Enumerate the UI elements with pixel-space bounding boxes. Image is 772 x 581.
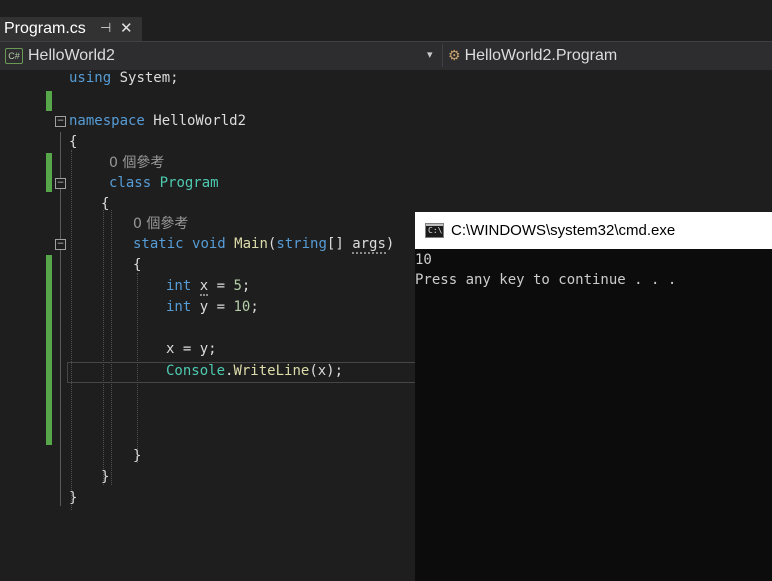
assign-op: = — [208, 299, 234, 315]
indent-guide — [111, 210, 112, 485]
writeline-args: (x); — [309, 363, 344, 379]
console-title: C:\WINDOWS\system32\cmd.exe — [451, 222, 676, 239]
collapse-class-toggle[interactable]: − — [55, 178, 66, 189]
code-line-assign: x = y; — [166, 341, 217, 357]
collapse-method-toggle[interactable]: − — [55, 239, 66, 250]
console-title-bar[interactable]: C:\ C:\WINDOWS\system32\cmd.exe — [415, 212, 772, 249]
class-icon: ⚙ — [448, 47, 461, 63]
writeline-method: WriteLine — [233, 363, 310, 379]
csharp-project-icon: C# — [5, 47, 23, 64]
code-line-namespace: namespace HelloWorld2 — [69, 111, 246, 131]
indent-guide — [71, 150, 72, 510]
keyword-void: void — [192, 236, 226, 252]
args-brackets: [] — [326, 236, 353, 252]
project-dropdown[interactable]: C# HelloWorld2 — [0, 42, 442, 69]
change-marker — [46, 91, 52, 111]
code-line-brace: { — [101, 196, 110, 212]
keyword-namespace: namespace — [69, 113, 145, 129]
keyword-class: class — [109, 175, 152, 191]
change-marker — [46, 153, 52, 192]
semicolon: ; — [241, 278, 251, 294]
codelens-references-main[interactable]: 0 個參考 — [133, 214, 188, 234]
code-line-class: class Program — [109, 173, 219, 193]
console-output-line: 10 — [415, 252, 432, 268]
code-line-using: using System; — [69, 68, 179, 88]
cmd-icon: C:\ — [425, 223, 444, 238]
navbar-divider — [442, 44, 443, 67]
keyword-static: static — [133, 236, 184, 252]
code-line-brace-close: } — [133, 448, 142, 464]
semicolon: ; — [250, 299, 259, 315]
variable-y: y — [199, 299, 209, 315]
using-namespace: System; — [111, 70, 179, 86]
console-output: 10 Press any key to continue . . . — [415, 250, 676, 290]
console-window[interactable]: C:\ C:\WINDOWS\system32\cmd.exe 10 Press … — [415, 212, 772, 581]
keyword-int: int — [166, 278, 192, 294]
code-line-writeline: Console.WriteLine(x); — [166, 361, 343, 381]
indent-guide — [103, 210, 104, 485]
collapse-namespace-toggle[interactable]: − — [55, 116, 66, 127]
keyword-int: int — [166, 299, 192, 315]
args-parameter: args — [352, 236, 386, 254]
code-line-int-y: int y = 10; — [166, 297, 259, 317]
code-line-brace-close: } — [69, 490, 78, 506]
codelens-references-class[interactable]: 0 個參考 — [109, 153, 164, 173]
type-name: HelloWorld2.Program — [464, 46, 618, 64]
project-name: HelloWorld2 — [28, 46, 115, 64]
code-line-brace: { — [133, 257, 142, 273]
pin-icon[interactable]: ⊣ — [100, 20, 111, 36]
code-line-main-signature: static void Main(string[] args) — [133, 236, 395, 254]
method-name: Main — [234, 236, 268, 252]
console-output-line: Press any key to continue . . . — [415, 272, 677, 288]
type-dropdown[interactable]: ⚙ HelloWorld2.Program — [448, 42, 617, 69]
namespace-name: HelloWorld2 — [144, 113, 247, 129]
class-name: Program — [159, 175, 219, 191]
number-literal: 10 — [233, 299, 251, 315]
close-icon[interactable]: ✕ — [120, 19, 133, 37]
code-line-int-x: int x = 5; — [166, 276, 250, 296]
console-type: Console — [166, 363, 226, 379]
number-literal: 5 — [233, 278, 242, 294]
tab-title: Program.cs — [4, 20, 86, 37]
chevron-down-icon[interactable]: ▾ — [427, 48, 433, 61]
paren-close: ) — [385, 236, 395, 252]
keyword-using: using — [69, 70, 112, 86]
document-tab-strip: Program.cs ⊣ ✕ — [0, 0, 772, 41]
assign-op: = — [208, 278, 234, 294]
navigation-bar: C# HelloWorld2 ▾ ⚙ HelloWorld2.Program — [0, 41, 772, 71]
change-marker — [46, 255, 52, 445]
variable-x: x — [199, 278, 209, 296]
code-line-brace: { — [69, 134, 78, 150]
code-line-brace-close: } — [101, 469, 110, 485]
keyword-string: string — [276, 236, 327, 252]
tab-program-cs[interactable]: Program.cs ⊣ ✕ — [0, 17, 142, 41]
